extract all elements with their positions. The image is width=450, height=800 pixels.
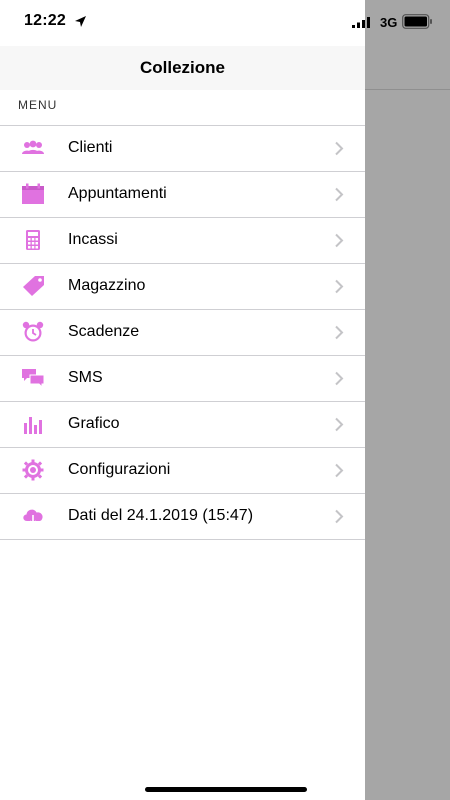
chevron-right-icon	[335, 279, 344, 294]
chevron-right-icon	[335, 371, 344, 386]
section-header: MENU	[0, 90, 365, 126]
menu-item-dati[interactable]: Dati del 24.1.2019 (15:47)	[0, 494, 365, 540]
menu-item-label: SMS	[68, 369, 103, 386]
menu-item-configurazioni[interactable]: Configurazioni	[0, 448, 365, 494]
chevron-right-icon	[335, 509, 344, 524]
chevron-right-icon	[335, 141, 344, 156]
tag-icon	[23, 276, 44, 296]
battery-icon	[402, 14, 432, 29]
home-indicator[interactable]	[145, 787, 307, 792]
menu-item-label: Configurazioni	[68, 461, 171, 478]
menu-item-label: Appuntamenti	[68, 185, 167, 202]
menu-item-label: Dati del 24.1.2019 (15:47)	[68, 507, 254, 524]
menu-item-sms[interactable]: SMS	[0, 356, 365, 402]
calculator-icon	[26, 230, 40, 250]
alarm-clock-icon	[22, 321, 44, 342]
cellular-signal-icon	[352, 17, 370, 28]
location-arrow-icon	[75, 16, 86, 27]
chevron-right-icon	[335, 417, 344, 432]
chevron-right-icon	[335, 325, 344, 340]
menu-item-label: Scadenze	[68, 323, 140, 340]
menu-item-clienti[interactable]: Clienti	[0, 126, 365, 172]
navigation-bar: Collezione	[0, 46, 365, 91]
network-type: 3G	[380, 15, 398, 30]
menu-item-label: Clienti	[68, 139, 113, 156]
people-icon	[22, 140, 44, 154]
overlay-divider	[365, 89, 450, 90]
menu-item-grafico[interactable]: Grafico	[0, 402, 365, 448]
calendar-icon	[22, 183, 44, 204]
gear-icon	[22, 459, 44, 481]
menu-item-label: Grafico	[68, 415, 120, 432]
menu-item-magazzino[interactable]: Magazzino	[0, 264, 365, 310]
page-title: Collezione	[139, 58, 225, 77]
chat-bubbles-icon	[22, 369, 45, 389]
chevron-right-icon	[335, 463, 344, 478]
side-drawer: Collezione MENU Clienti Appuntamenti Inc…	[0, 0, 365, 800]
chevron-right-icon	[335, 233, 344, 248]
status-bar: 12:22 3G	[0, 0, 450, 46]
menu-item-label: Magazzino	[68, 277, 146, 294]
status-time: 12:22	[24, 12, 66, 29]
menu-item-label: Incassi	[68, 231, 118, 248]
menu-item-scadenze[interactable]: Scadenze	[0, 310, 365, 356]
chevron-right-icon	[335, 187, 344, 202]
cloud-download-icon	[23, 509, 43, 526]
section-header-label: MENU	[18, 98, 58, 112]
menu-item-appuntamenti[interactable]: Appuntamenti	[0, 172, 365, 218]
dimmed-content-overlay[interactable]	[365, 0, 450, 800]
menu-item-incassi[interactable]: Incassi	[0, 218, 365, 264]
menu-list: Clienti Appuntamenti Incassi Magazzino S…	[0, 126, 365, 540]
bar-chart-icon	[24, 417, 42, 434]
